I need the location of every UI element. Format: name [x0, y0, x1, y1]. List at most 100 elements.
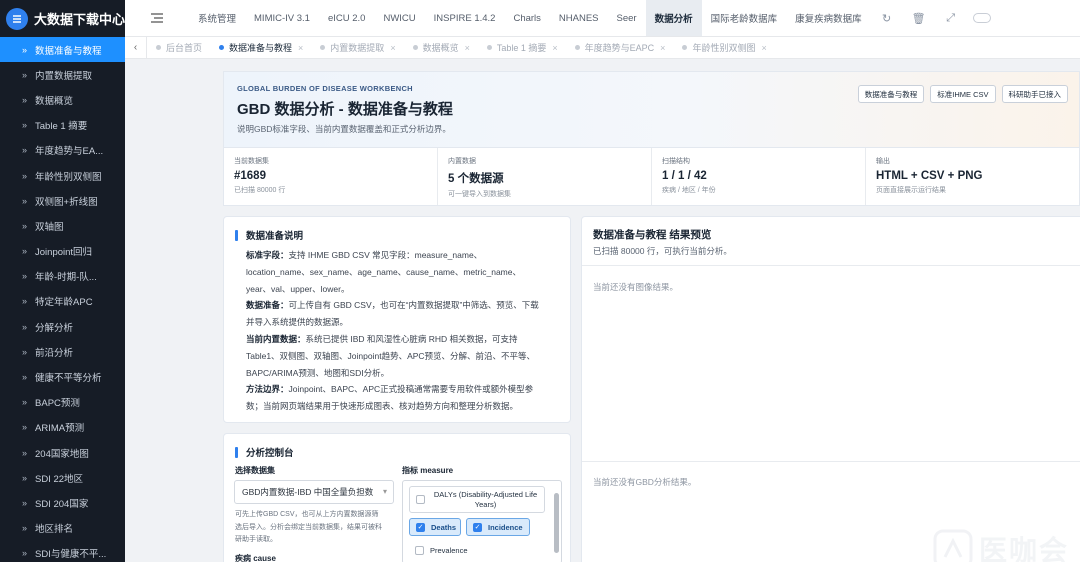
checkbox[interactable] — [416, 495, 425, 504]
note-line: BAPC/ARIMA预测、地图和SDI分析。 — [246, 367, 390, 378]
checkbox[interactable]: ✓ — [416, 522, 425, 532]
sidebar-item-label: Joinpoint回归 — [35, 247, 93, 259]
tutorial-button[interactable]: 数据准备与教程 — [857, 85, 925, 103]
checkbox[interactable]: ✓ — [473, 522, 482, 532]
sidebar-item[interactable]: » 204国家地图 — [0, 440, 125, 465]
close-icon[interactable]: × — [390, 43, 395, 53]
top-nav-item[interactable]: Seer — [608, 0, 646, 36]
note-line: 数据准备：可上传自有 GBD CSV，也可在“内置数据提取”中筛选、预览、下载 — [246, 297, 562, 314]
sidebar-item[interactable]: » 地区排名 — [0, 516, 125, 541]
hero-banner: GLOBAL BURDEN OF DISEASE WORKBENCH GBD 数… — [223, 71, 1080, 147]
tab[interactable]: 数据准备与教程 × — [210, 37, 311, 59]
close-icon[interactable]: × — [465, 43, 470, 53]
top-nav-item[interactable]: NHANES — [550, 0, 608, 36]
metric-option-incidence[interactable]: ✓ Incidence — [466, 518, 530, 536]
divider — [582, 265, 1080, 266]
top-nav-item[interactable]: 康复疾病数据库 — [786, 0, 871, 36]
sidebar-item-label: 年度趋势与EA... — [35, 146, 104, 158]
top-nav-item[interactable]: MIMIC-IV 3.1 — [245, 0, 319, 36]
metric-option-deaths[interactable]: ✓ Deaths — [409, 518, 461, 536]
metric-option-dalys[interactable]: DALYs (Disability-Adjusted Life Years) — [409, 486, 545, 513]
theme-toggle[interactable] — [972, 13, 991, 23]
tab[interactable]: 年度趋势与EAPC × — [566, 37, 674, 59]
tab[interactable]: 年龄性别双侧图 × — [673, 37, 774, 59]
top-nav-item[interactable]: INSPIRE 1.4.2 — [425, 0, 505, 36]
sidebar-item[interactable]: » 前沿分析 — [0, 339, 125, 364]
sidebar-item[interactable]: » 年度趋势与EA... — [0, 138, 125, 163]
sidebar-item[interactable]: » 年龄-时期-队... — [0, 264, 125, 289]
top-nav-item[interactable]: 数据分析 — [645, 0, 702, 36]
control-card-header: 分析控制台 — [235, 445, 294, 459]
sidebar-item[interactable]: » 年龄性别双侧图 — [0, 163, 125, 188]
chevron-right-icon: » — [22, 447, 28, 458]
refresh-button[interactable]: ↻ — [871, 0, 903, 36]
stat-value: HTML + CSV + PNG — [876, 170, 983, 182]
watermark-text: 医咖会 — [978, 535, 1069, 562]
watermark: 医咖会 — [933, 529, 1069, 562]
chevron-left-icon: ‹ — [133, 41, 138, 53]
refresh-icon: ↻ — [882, 12, 892, 25]
tab[interactable]: 后台首页 — [147, 37, 210, 59]
close-icon[interactable]: × — [761, 43, 766, 53]
sidebar-item[interactable]: » Table 1 摘要 — [0, 113, 125, 138]
assistant-button[interactable]: 科研助手已接入 — [1001, 85, 1068, 103]
metric-list[interactable]: DALYs (Disability-Adjusted Life Years) ✓… — [402, 480, 562, 562]
stat-value: #1689 — [234, 170, 266, 182]
metric-list-scrollbar[interactable] — [554, 493, 559, 553]
logo[interactable]: 大数据下载中心 — [0, 0, 125, 37]
sidebar-item[interactable]: » SDI与健康不平... — [0, 541, 125, 562]
top-nav-item[interactable]: 国际老龄数据库 — [702, 0, 787, 36]
sidebar-item[interactable]: » 数据概览 — [0, 87, 125, 112]
control-card: 分析控制台 选择数据集 GBD内置数据-IBD 中国全量负担数 ▾ 可先上传GB… — [223, 433, 571, 562]
sidebar-item[interactable]: » 特定年龄APC — [0, 289, 125, 314]
dataset-select[interactable]: GBD内置数据-IBD 中国全量负担数 ▾ — [234, 480, 394, 504]
chevron-right-icon: » — [22, 548, 28, 559]
delete-button[interactable]: 🗑 — [903, 0, 935, 36]
sidebar-item[interactable]: » BAPC预测 — [0, 390, 125, 415]
chevron-right-icon: » — [22, 296, 28, 307]
close-icon[interactable]: × — [552, 43, 557, 53]
sidebar-menu: » 数据准备与教程 » 内置数据提取 » 数据概览 » Table 1 摘要 » 年度趋势与EA.… — [0, 37, 125, 562]
accent-bar — [235, 229, 238, 241]
top-nav-item[interactable]: eICU 2.0 — [319, 0, 375, 36]
sidebar-item[interactable]: » 数据准备与教程 — [0, 37, 125, 63]
note-line: year、val、upper、lower。 — [246, 283, 350, 294]
ihme-csv-button[interactable]: 标准IHME CSV — [930, 85, 996, 103]
stat-structure: 扫描结构 1 / 1 / 42 疾病 / 地区 / 年份 — [652, 148, 866, 205]
notes-body: 标准字段：支持 IHME GBD CSV 常见字段：measure_name、 … — [226, 247, 572, 415]
top-nav-item[interactable]: NWICU — [374, 0, 424, 36]
sidebar-item[interactable]: » Joinpoint回归 — [0, 239, 125, 264]
checkbox[interactable] — [415, 545, 424, 555]
sidebar-item-label: 双侧图+折线图 — [35, 196, 98, 208]
tab[interactable]: 内置数据提取 × — [311, 37, 403, 59]
dataset-label: 选择数据集 — [235, 466, 275, 475]
menu-toggle-button[interactable] — [125, 0, 189, 36]
tab-scroll-left-button[interactable]: ‹ — [125, 36, 147, 59]
note-text: 支持 IHME GBD CSV 常见字段：measure_name、 — [288, 250, 483, 260]
sidebar-item[interactable]: » 分解分析 — [0, 314, 125, 339]
sidebar-item[interactable]: » 内置数据提取 — [0, 62, 125, 87]
stat-label: 内置数据 — [448, 158, 476, 165]
metric-option-label: Deaths — [431, 522, 457, 532]
fullscreen-button[interactable]: ⤢ — [935, 0, 967, 36]
top-nav-item[interactable]: Charls — [504, 0, 549, 36]
watermark-logo-icon — [933, 529, 973, 562]
chevron-right-icon: » — [22, 472, 28, 483]
sidebar-item[interactable]: » ARIMA预测 — [0, 415, 125, 440]
sidebar-item[interactable]: » 健康不平等分析 — [0, 364, 125, 389]
tab-dot-icon — [156, 45, 161, 50]
sidebar-item[interactable]: » SDI 204国家 — [0, 490, 125, 515]
metric-option-prevalence[interactable]: Prevalence — [409, 541, 471, 559]
sidebar-item[interactable]: » 双轴图 — [0, 213, 125, 238]
tab[interactable]: Table 1 摘要 × — [478, 37, 566, 59]
tab-label: 数据概览 — [422, 43, 459, 53]
sidebar-item-label: 前沿分析 — [35, 347, 74, 359]
tab[interactable]: 数据概览 × — [404, 37, 478, 59]
top-nav-item[interactable]: 系统管理 — [189, 0, 245, 36]
sidebar-item[interactable]: » SDI 22地区 — [0, 465, 125, 490]
close-icon[interactable]: × — [298, 43, 303, 53]
sidebar-item[interactable]: » 双侧图+折线图 — [0, 188, 125, 213]
page-title: GBD 数据分析 - 数据准备与教程 — [237, 101, 453, 118]
close-icon[interactable]: × — [660, 43, 665, 53]
sidebar-item-label: 年龄性别双侧图 — [35, 171, 102, 183]
